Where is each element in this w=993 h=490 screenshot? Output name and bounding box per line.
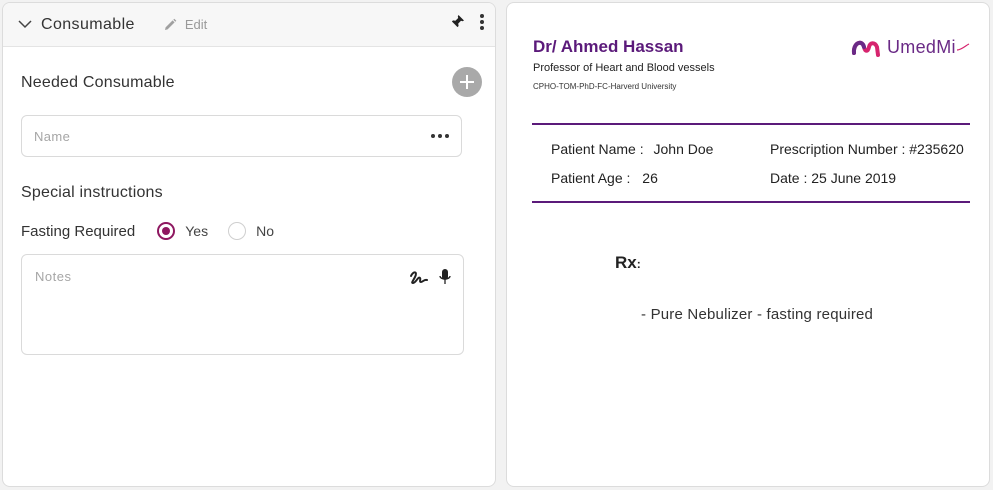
needed-consumable-title: Needed Consumable (21, 74, 175, 91)
radio-yes-label: Yes (185, 223, 209, 239)
patient-name-label: Patient Name : (551, 141, 644, 157)
notes-box (21, 254, 464, 355)
logo-swoosh-icon (956, 43, 970, 51)
rx-colon: : (636, 257, 641, 271)
plus-icon (460, 75, 474, 89)
edit-button[interactable]: Edit (163, 17, 207, 32)
doctor-name: Dr/ Ahmed Hassan (533, 37, 684, 56)
radio-no-label: No (256, 223, 274, 239)
doctor-credentials: CPHO-TOM-PhD-FC-Harverd University (533, 82, 677, 91)
handwriting-icon[interactable] (409, 268, 429, 291)
fasting-label: Fasting Required (21, 222, 136, 240)
fasting-yes-radio[interactable]: Yes (157, 222, 208, 240)
radio-unselected-icon (228, 222, 247, 240)
umedmi-logo: UmedMi (851, 35, 970, 59)
name-input[interactable] (34, 128, 431, 144)
panel-header: Consumable Edit (3, 3, 495, 47)
panel-title: Consumable (41, 15, 135, 33)
pencil-icon (164, 18, 177, 30)
patient-age-value: 26 (642, 170, 658, 186)
doctor-title: Professor of Heart and Blood vessels (533, 62, 715, 74)
prescription-date: Date : 25 June 2019 (770, 170, 897, 186)
notes-textarea[interactable] (35, 269, 395, 339)
chevron-down-icon[interactable] (17, 17, 33, 33)
more-vertical-icon[interactable] (479, 13, 485, 36)
more-horizontal-icon[interactable] (431, 134, 449, 138)
name-field[interactable] (21, 115, 462, 157)
umedmi-logo-icon (851, 40, 880, 57)
patient-age-label: Patient Age : (551, 170, 631, 186)
patient-name-value: John Doe (653, 141, 714, 157)
radio-selected-icon (157, 222, 176, 240)
fasting-no-radio[interactable]: No (228, 222, 274, 240)
prescription-preview: Dr/ Ahmed Hassan Professor of Heart and … (506, 2, 990, 487)
divider-bottom (532, 201, 970, 203)
logo-text: UmedMi (887, 36, 956, 57)
consumable-panel: Consumable Edit Needed Consumable Name S… (2, 2, 496, 487)
prescription-number: Prescription Number : #235620 (770, 141, 964, 157)
rx-symbol: Rx: (615, 253, 641, 273)
fasting-required-row: Fasting Required Yes No (21, 222, 274, 240)
add-consumable-button[interactable] (452, 67, 482, 97)
rx-label: Rx (615, 253, 637, 272)
prescription-item: - Pure Nebulizer - fasting required (641, 306, 874, 323)
microphone-icon[interactable] (439, 268, 451, 291)
divider-top (532, 123, 970, 125)
patient-name-row: Patient Name : John Doe (551, 141, 713, 157)
pin-icon[interactable] (449, 14, 465, 35)
special-instructions-title: Special instructions (21, 184, 163, 201)
patient-age-row: Patient Age : 26 (551, 170, 658, 186)
edit-label: Edit (184, 17, 208, 32)
